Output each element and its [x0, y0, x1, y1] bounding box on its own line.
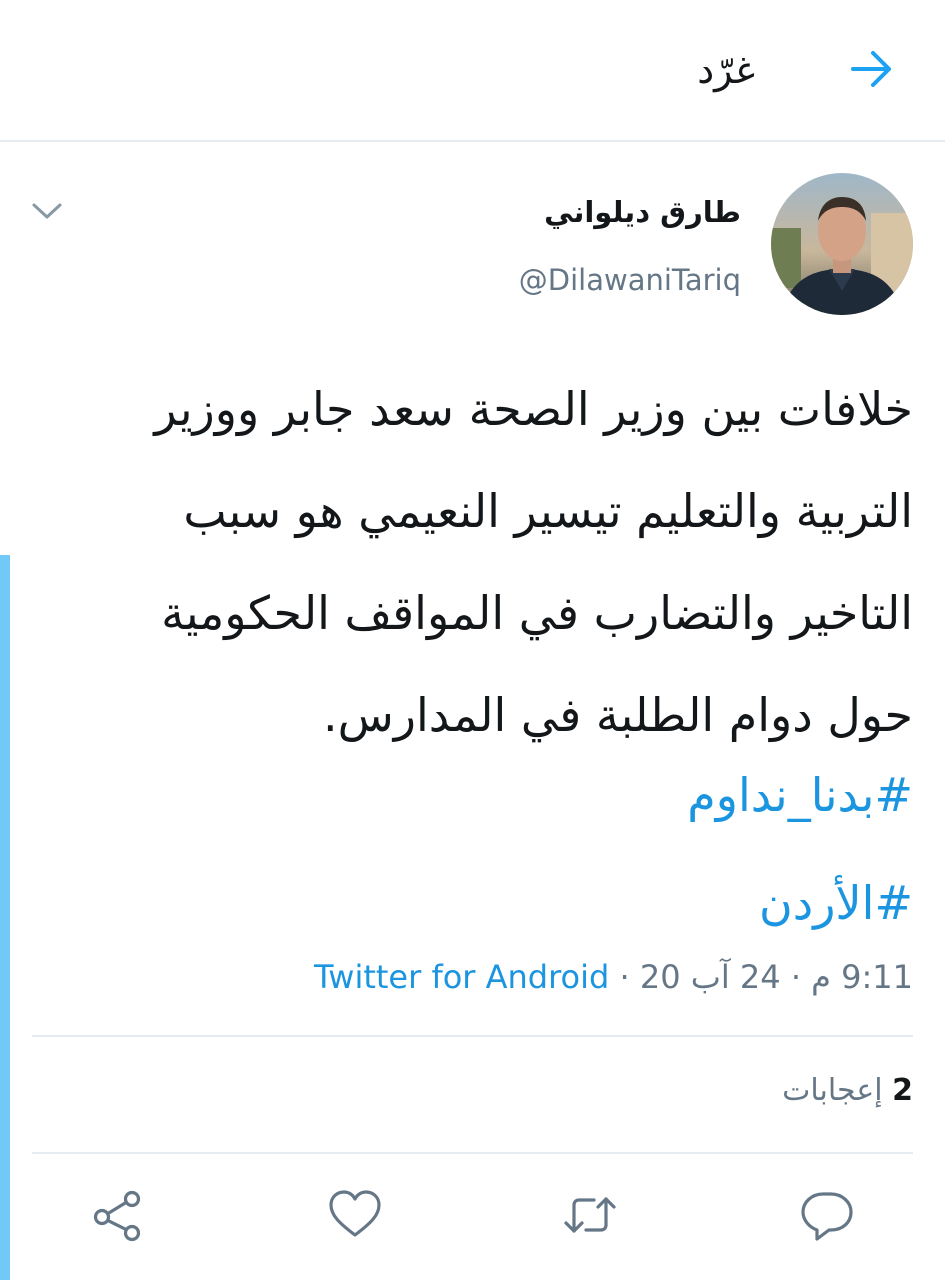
- likes-count: 2: [892, 1073, 913, 1108]
- scroll-accent-bar: [0, 555, 10, 1280]
- tweet-text-line: التاخير والتضارب في المواقف الحكومية: [161, 586, 913, 640]
- tweet-text: خلافات بين وزير الصحة سعد جابر ووزير الت…: [53, 358, 913, 766]
- tweet-meta: 9:11 م · 24 آب 20 · Twitter for Android: [314, 958, 913, 996]
- tweet-text-line: التربية والتعليم تيسير النعيمي هو سبب: [183, 484, 913, 538]
- author-display-name[interactable]: طارق ديلواني: [544, 195, 741, 229]
- share-icon[interactable]: [88, 1185, 148, 1245]
- heart-icon[interactable]: [325, 1185, 385, 1245]
- tweet-source-link[interactable]: Twitter for Android: [314, 958, 609, 996]
- tweet-text-line: خلافات بين وزير الصحة سعد جابر ووزير: [154, 382, 913, 436]
- retweet-icon[interactable]: [560, 1185, 620, 1245]
- chevron-down-icon[interactable]: [30, 196, 64, 226]
- page-title: غرّد: [697, 48, 755, 92]
- tweet-timestamp: 9:11 م · 24 آب 20: [639, 958, 913, 996]
- top-bar: غرّد: [0, 0, 945, 140]
- arrow-right-icon[interactable]: [847, 44, 897, 94]
- divider: [32, 1035, 913, 1037]
- tweet-text-line: حول دوام الطلبة في المدارس.: [322, 688, 913, 742]
- reply-icon[interactable]: [797, 1185, 857, 1245]
- author-handle[interactable]: @DilawaniTariq: [519, 263, 741, 297]
- header-divider: [0, 140, 945, 142]
- avatar[interactable]: [771, 173, 913, 315]
- hashtag-link[interactable]: #الأردن: [759, 876, 913, 930]
- likes-label: إعجابات: [782, 1073, 883, 1108]
- meta-separator: ·: [609, 958, 640, 996]
- hashtag-link[interactable]: #بدنا_نداوم: [687, 768, 913, 822]
- divider: [32, 1152, 913, 1154]
- tweet-detail-screen: غرّد طارق ديلواني @DilawaniTariq خلافات …: [0, 0, 945, 1280]
- likes-stat[interactable]: 2 إعجابات: [782, 1073, 913, 1108]
